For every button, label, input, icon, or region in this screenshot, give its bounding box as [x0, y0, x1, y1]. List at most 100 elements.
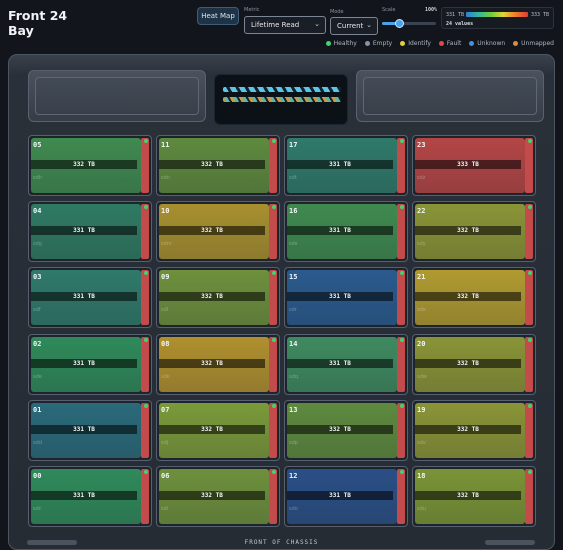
drive-bay-17[interactable]: 17 331 TB sdt: [284, 135, 408, 196]
drive-bay-value: 331 TB: [31, 359, 137, 368]
drive-bay-handle: [397, 469, 405, 524]
chevron-down-icon: ⌄: [366, 21, 372, 29]
health-led-icon: [400, 470, 404, 474]
status-dot-icon: [513, 41, 519, 46]
drive-bay-02[interactable]: 02 331 TB sde: [28, 334, 152, 395]
drive-bay-23[interactable]: 23 333 TB sdz: [412, 135, 536, 196]
health-led-icon: [272, 139, 276, 143]
status-legend-item: Fault: [438, 40, 462, 47]
drive-bay-10[interactable]: 10 332 TB sdm: [156, 201, 280, 262]
drive-bay-09[interactable]: 09 332 TB sdl: [156, 267, 280, 328]
drive-bay-value: 332 TB: [159, 160, 265, 169]
scale-slider[interactable]: [382, 19, 436, 28]
heat-gradient-bar: [466, 12, 528, 17]
drive-bay-05[interactable]: 05 332 TB sdh: [28, 135, 152, 196]
health-led-icon: [272, 205, 276, 209]
drive-bay-21[interactable]: 21 332 TB sdx: [412, 267, 536, 328]
scale-slider-thumb[interactable]: [395, 19, 405, 28]
drive-bay-04[interactable]: 04 331 TB sdg: [28, 201, 152, 262]
chassis-footer-label: FRONT OF CHASSIS: [244, 539, 319, 546]
drive-bay-value: 331 TB: [287, 160, 393, 169]
status-legend-label: Fault: [446, 40, 462, 47]
drive-bay-19[interactable]: 19 332 TB sdv: [412, 400, 536, 461]
drive-bay-16[interactable]: 16 331 TB sds: [284, 201, 408, 262]
health-led-icon: [528, 271, 532, 275]
drive-bay-handle: [525, 138, 533, 193]
health-led-icon: [400, 139, 404, 143]
drive-bay-18[interactable]: 18 332 TB sdu: [412, 466, 536, 527]
drive-bay-device: sdd: [33, 440, 42, 446]
drive-bay-device: sdj: [161, 440, 169, 446]
scale-value: 100%: [425, 7, 438, 13]
status-legend-item: Unmapped: [513, 40, 554, 47]
drive-bay-device: sdf: [33, 307, 41, 313]
drive-bay-slot: 03: [33, 273, 42, 281]
drive-bay-handle: [525, 403, 533, 458]
drive-bay-22[interactable]: 22 332 TB sdy: [412, 201, 536, 262]
drive-bay-slot: 22: [417, 207, 426, 215]
drive-bay-03[interactable]: 03 331 TB sdf: [28, 267, 152, 328]
drive-bay-14[interactable]: 14 331 TB sdq: [284, 334, 408, 395]
drive-bay-00[interactable]: 00 331 TB sdc: [28, 466, 152, 527]
drive-bay-15[interactable]: 15 331 TB sdr: [284, 267, 408, 328]
drive-bay-value: 332 TB: [415, 491, 521, 500]
health-led-icon: [528, 470, 532, 474]
drive-bay-handle: [397, 138, 405, 193]
status-legend-item: Unknown: [469, 40, 505, 47]
drive-bay-handle: [397, 270, 405, 325]
metric-label: Metric: [244, 7, 260, 13]
drive-bay-device: sdh: [33, 175, 42, 181]
health-led-icon: [272, 271, 276, 275]
drive-bay-slot: 07: [161, 406, 170, 414]
drive-bay-slot: 11: [161, 141, 170, 149]
drive-bay-device: sdt: [289, 175, 297, 181]
drive-bay-handle: [397, 337, 405, 392]
drive-bay-slot: 16: [289, 207, 298, 215]
title-line-1: Front 24: [8, 8, 68, 23]
status-dot-icon: [469, 41, 475, 46]
drive-bay-11[interactable]: 11 332 TB sdn: [156, 135, 280, 196]
drive-bay-device: sdm: [161, 241, 172, 247]
drive-bay-slot: 04: [33, 207, 42, 215]
drive-bay-slot: 19: [417, 406, 426, 414]
mode-label: Mode: [330, 9, 344, 15]
chassis-panel-right: [356, 70, 544, 122]
drive-bay-value: 331 TB: [287, 359, 393, 368]
drive-bay-07[interactable]: 07 332 TB sdj: [156, 400, 280, 461]
scale-label: Scale: [382, 7, 396, 13]
drive-bay-slot: 12: [289, 472, 298, 480]
drive-bay-value: 331 TB: [287, 491, 393, 500]
drive-bay-13[interactable]: 13 332 TB sdp: [284, 400, 408, 461]
drive-bay-device: sdu: [417, 506, 426, 512]
drive-bay-value: 332 TB: [159, 359, 265, 368]
health-led-icon: [528, 139, 532, 143]
mode-select[interactable]: Current ⌄: [330, 17, 378, 35]
drive-bay-12[interactable]: 12 331 TB sdo: [284, 466, 408, 527]
drive-bay-handle: [141, 270, 149, 325]
drive-bay-01[interactable]: 01 331 TB sdd: [28, 400, 152, 461]
drive-bay-handle: [141, 469, 149, 524]
heat-legend: 331 TB 333 TB 24 values: [441, 7, 554, 29]
drive-bay-value: 332 TB: [31, 160, 137, 169]
health-led-icon: [272, 470, 276, 474]
drive-bay-device: sdx: [417, 307, 426, 313]
drive-bay-slot: 01: [33, 406, 42, 414]
drive-bay-device: sdo: [289, 506, 298, 512]
drive-bay-slot: 23: [417, 141, 426, 149]
drive-bay-08[interactable]: 08 332 TB sdk: [156, 334, 280, 395]
drive-bay-device: sdp: [289, 440, 298, 446]
heatmap-toggle-button[interactable]: Heat Map: [197, 7, 239, 25]
health-led-icon: [144, 205, 148, 209]
drive-bay-device: sdw: [417, 374, 427, 380]
drive-bay-20[interactable]: 20 332 TB sdw: [412, 334, 536, 395]
drive-bay-handle: [525, 204, 533, 259]
drive-bay-06[interactable]: 06 332 TB sdi: [156, 466, 280, 527]
status-legend-label: Healthy: [333, 40, 357, 47]
title-line-2: Bay: [8, 23, 34, 38]
status-legend-label: Unknown: [477, 40, 506, 47]
drive-bay-slot: 18: [417, 472, 426, 480]
metric-select[interactable]: Lifetime Read ⌄: [244, 16, 326, 34]
status-legend-label: Empty: [372, 40, 393, 47]
drive-bay-handle: [141, 138, 149, 193]
drive-bay-value: 332 TB: [159, 491, 265, 500]
